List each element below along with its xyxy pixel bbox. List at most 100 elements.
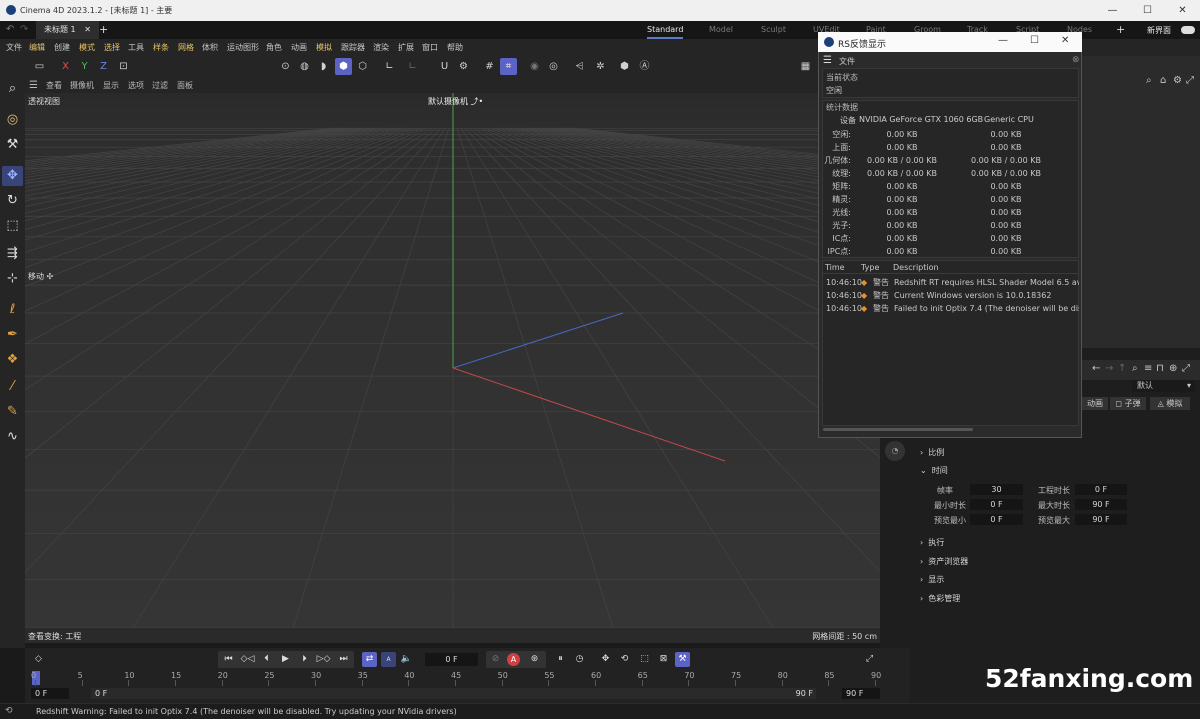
record-icon[interactable]: ⊘ (488, 652, 503, 667)
scale-tool-icon[interactable]: ⬚ (2, 216, 23, 236)
menu-extensions[interactable]: 扩展 (398, 39, 414, 56)
menu-file[interactable]: 文件 (6, 39, 22, 56)
hamburger-icon[interactable]: ☰ (29, 78, 38, 93)
selection-tool-icon[interactable]: ◎ (2, 110, 23, 130)
search-icon[interactable]: ⌕ (1132, 363, 1138, 374)
symmetry-icon[interactable]: ⩤ (571, 58, 588, 75)
key-settings-icon[interactable]: ⊛ (527, 652, 542, 667)
motion-clip-icon[interactable]: ⏸ (553, 652, 568, 667)
viewport-menu-panel[interactable]: 面板 (177, 78, 193, 93)
menu-render[interactable]: 渲染 (373, 39, 389, 56)
menu-spline[interactable]: 样条 (153, 39, 169, 56)
menu-window[interactable]: 窗口 (422, 39, 438, 56)
edges-mode-icon[interactable]: ◍ (296, 58, 313, 75)
expand-icon[interactable]: ⤢ (1186, 75, 1194, 86)
preview-max-field[interactable]: 90 F (1075, 514, 1127, 525)
paint-brush-icon[interactable]: ⁄ (2, 377, 23, 397)
section-color-management[interactable]: › 色彩管理 (920, 592, 960, 606)
up-arrow-icon[interactable]: ↑ (1118, 363, 1126, 374)
previous-key-icon[interactable]: ◇◁ (240, 652, 255, 667)
cube-object-icon[interactable]: ✒ (2, 325, 23, 345)
rs-log-header-time[interactable]: Time (825, 263, 845, 272)
new-ui-toggle[interactable] (1181, 26, 1195, 34)
axis-mode-icon[interactable]: ∟ (381, 58, 398, 75)
project-settings-icon[interactable]: ◔ (885, 441, 905, 461)
timeline-end-field[interactable]: 90 F (842, 688, 880, 699)
play-icon[interactable]: ▶ (278, 652, 293, 667)
rs-log-header-type[interactable]: Type (861, 263, 879, 272)
preview-min-field[interactable]: 0 F (970, 514, 1023, 525)
viewport-menu-filter[interactable]: 过滤 (152, 78, 168, 93)
section-display[interactable]: › 显示 (920, 573, 944, 587)
param-key-icon[interactable]: ⊠ (656, 652, 671, 667)
max-time-field[interactable]: 90 F (1075, 499, 1127, 510)
menu-mode[interactable]: 模式 (79, 39, 95, 56)
viewport-menu-options[interactable]: 选项 (128, 78, 144, 93)
timeline-expand-icon[interactable]: ⤢ (862, 652, 877, 667)
menu-select[interactable]: 选择 (104, 39, 120, 56)
current-frame-field[interactable]: 0 F (425, 653, 478, 666)
viewport-menu-view[interactable]: 查看 (46, 78, 62, 93)
lock-x-button[interactable]: X (57, 58, 74, 75)
search-icon[interactable]: ⌕ (1146, 75, 1152, 86)
menu-character[interactable]: 角色 (266, 39, 282, 56)
timeline-start-field[interactable]: 0 F (31, 688, 69, 699)
add-layout-button[interactable]: + (1116, 23, 1125, 36)
close-button[interactable]: ✕ (1165, 0, 1200, 21)
menu-simulate[interactable]: 模拟 (316, 39, 332, 56)
rs-maximize-button[interactable]: ☐ (1030, 35, 1039, 46)
viewport-menu-display[interactable]: 显示 (103, 78, 119, 93)
lock-y-button[interactable]: Y (76, 58, 93, 75)
transfer-tool-icon[interactable]: ⇶ (2, 244, 23, 264)
menu-help[interactable]: 帮助 (447, 39, 463, 56)
back-arrow-icon[interactable]: ← (1092, 363, 1100, 374)
rs-close-button[interactable]: ✕ (1061, 35, 1069, 46)
object-icon[interactable]: ⬢ (616, 58, 633, 75)
section-time[interactable]: ⌄ 时间 (920, 464, 948, 478)
polygons-mode-icon[interactable]: ◗ (315, 58, 332, 75)
viewport-menu-camera[interactable]: 摄像机 (70, 78, 94, 93)
rs-log-header-description[interactable]: Description (893, 263, 939, 272)
document-tab[interactable]: 未标题 1 ✕ (36, 21, 99, 39)
go-to-start-icon[interactable]: ⏮ (221, 652, 236, 667)
sculpt-tool-icon[interactable]: ✎ (2, 402, 23, 422)
rotation-key-icon[interactable]: ⟲ (617, 652, 632, 667)
search-icon[interactable]: ⌕ (2, 79, 23, 99)
spline-tool-icon[interactable]: ∿ (2, 427, 23, 447)
workplane-icon[interactable]: ▭ (31, 58, 48, 75)
object-list[interactable] (1080, 92, 1200, 348)
scale-key-icon[interactable]: ⬚ (637, 652, 652, 667)
render-region-icon[interactable]: ◉ (526, 58, 543, 75)
lock-z-button[interactable]: Z (95, 58, 112, 75)
next-key-icon[interactable]: ▷◇ (316, 652, 331, 667)
autokey-icon[interactable]: A (507, 653, 520, 666)
forward-arrow-icon[interactable]: → (1105, 363, 1113, 374)
menu-mograph[interactable]: 运动图形 (227, 39, 259, 56)
menu-edit[interactable]: 编辑 (29, 39, 45, 56)
keyframe-diamond-icon[interactable]: ◇ (31, 652, 46, 667)
home-icon[interactable]: ⌂ (1160, 75, 1166, 86)
add-icon[interactable]: ⊕ (1169, 363, 1177, 374)
coordinate-system-icon[interactable]: ⊡ (115, 58, 132, 75)
redo-icon[interactable]: ↷ (20, 24, 28, 35)
add-tab-button[interactable]: + (99, 23, 108, 36)
tab-bullet[interactable]: ◻ 子弹 (1110, 397, 1146, 410)
layout-tab-model[interactable]: Model (709, 21, 733, 39)
object-mode-icon[interactable]: ⬡ (354, 58, 371, 75)
points-mode-icon[interactable]: ⊙ (277, 58, 294, 75)
frame-rate-field[interactable]: 30 (970, 484, 1023, 495)
schedule-icon[interactable]: ◷ (572, 652, 587, 667)
menu-tools[interactable]: 工具 (128, 39, 144, 56)
menu-animate[interactable]: 动画 (291, 39, 307, 56)
live-select-icon[interactable]: ⚒ (2, 135, 23, 155)
multi-transform-icon[interactable]: ⊹ (2, 269, 23, 289)
move-tool-icon[interactable]: ✥ (2, 166, 23, 186)
rs-menu-file[interactable]: 文件 (839, 56, 855, 67)
spline-pen-icon[interactable]: ℓ (2, 300, 23, 320)
sound-icon[interactable]: 🔈 (399, 652, 414, 667)
menu-volume[interactable]: 体积 (202, 39, 218, 56)
section-execution[interactable]: › 执行 (920, 536, 944, 550)
next-frame-icon[interactable]: ⏵ (297, 652, 312, 667)
position-key-icon[interactable]: ✥ (598, 652, 613, 667)
range-slider[interactable]: 0 F 90 F (91, 688, 816, 699)
